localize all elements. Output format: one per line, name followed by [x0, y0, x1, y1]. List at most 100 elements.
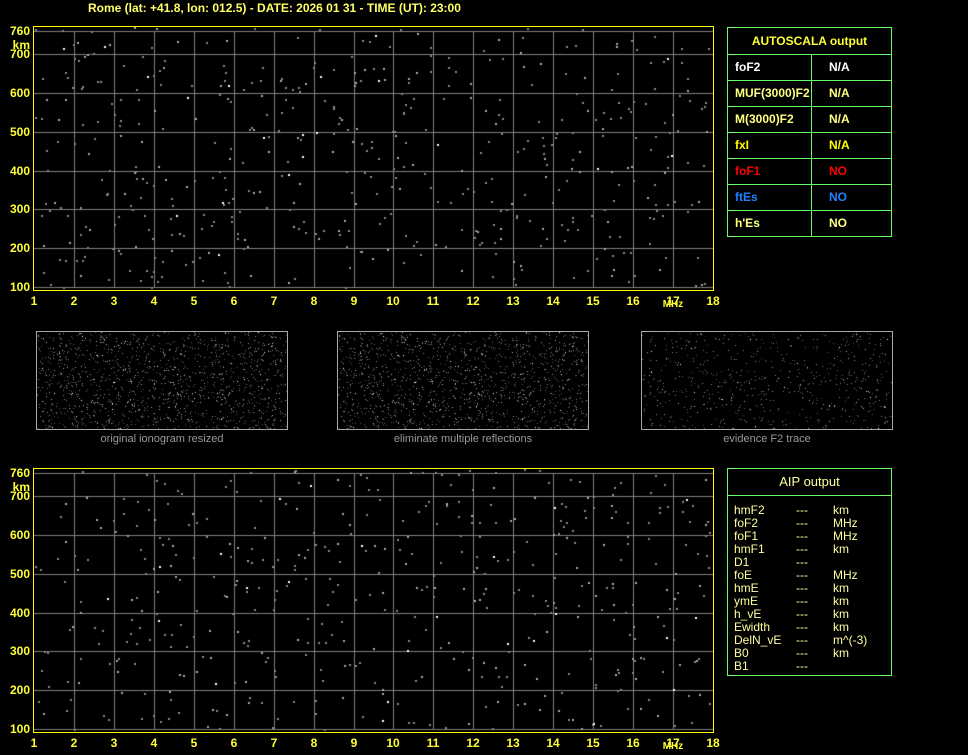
aip-table-rows: hmF2 --- km foF2 --- MHz foF1 --- MHz hmF1 --- km D1…: [728, 496, 891, 673]
ionogram-plot-top: [33, 26, 714, 291]
panel-eliminate-reflections: [337, 331, 589, 430]
ionogram-plot-bottom: [33, 468, 714, 733]
x-tick-label: 3: [110, 736, 118, 750]
ionogram-canvas-top: [34, 27, 713, 290]
panel-evidence-caption: evidence F2 trace: [723, 433, 811, 445]
autoscala-row: fxI N/A: [728, 133, 891, 159]
autoscala-row-label: MUF(3000)F2: [728, 81, 812, 106]
autoscala-row: foF1 NO: [728, 159, 891, 185]
x-tick-label: 7: [270, 294, 278, 308]
x-axis-unit-label: MHz: [662, 741, 684, 752]
aip-row-unit: km: [833, 542, 849, 556]
aip-row-unit: km: [833, 646, 849, 660]
y-tick-label: 100: [9, 280, 30, 294]
x-tick-label: 6: [230, 294, 238, 308]
ionogram-canvas-bottom: [34, 469, 713, 732]
x-tick-label: 5: [190, 294, 198, 308]
aip-row: DelN_vE --- m^(-3): [734, 634, 891, 647]
autoscala-row: foF2 N/A: [728, 55, 891, 81]
autoscala-table-rows: foF2 N/A MUF(3000)F2 N/A M(3000)F2 N/A fxI N/A f…: [728, 55, 891, 236]
x-tick-label: 8: [310, 736, 318, 750]
x-tick-label: 15: [586, 736, 600, 750]
aip-row: B1 ---: [734, 660, 891, 673]
aip-table-title: AIP output: [728, 469, 891, 496]
y-tick-label: 500: [9, 125, 30, 139]
y-axis-unit-label: km: [12, 480, 30, 494]
y-tick-label: 500: [9, 567, 30, 581]
aip-row-unit: [833, 660, 891, 673]
autoscala-row-value: N/A: [829, 60, 850, 74]
x-tick-label: 4: [150, 736, 158, 750]
y-tick-label: 300: [9, 202, 30, 216]
y-tick-label: 600: [9, 86, 30, 100]
y-tick-label: 400: [9, 606, 30, 620]
x-tick-label: 11: [426, 736, 440, 750]
x-tick-label: 3: [110, 294, 118, 308]
x-tick-label: 10: [386, 736, 400, 750]
autoscala-row-value: NO: [829, 164, 847, 178]
y-tick-label: 200: [9, 241, 30, 255]
x-tick-label: 14: [546, 736, 560, 750]
y-tick-label: 400: [9, 164, 30, 178]
y-tick-label: 300: [9, 644, 30, 658]
autoscala-row-value: N/A: [829, 112, 850, 126]
autoscala-output-table: AUTOSCALA output foF2 N/A MUF(3000)F2 N/A M(…: [727, 27, 892, 237]
y-tick-label: 600: [9, 528, 30, 542]
panel-original-canvas: [37, 332, 287, 429]
autoscala-window: Rome (lat: +41.8, lon: 012.5) - DATE: 20…: [0, 0, 968, 755]
x-tick-label: 2: [70, 294, 78, 308]
x-tick-label: 12: [466, 736, 480, 750]
aip-row: hmF1 --- km: [734, 543, 891, 556]
x-tick-label: 4: [150, 294, 158, 308]
aip-row-value: ---: [796, 659, 808, 673]
autoscala-row-label: foF2: [728, 55, 812, 80]
x-tick-label: 13: [506, 294, 520, 308]
x-tick-label: 18: [706, 736, 720, 750]
aip-output-table: AIP output hmF2 --- km foF2 --- MHz foF1 --- MHz…: [727, 468, 892, 676]
page-title: Rome (lat: +41.8, lon: 012.5) - DATE: 20…: [88, 1, 461, 15]
x-tick-label: 1: [30, 294, 38, 308]
autoscala-row-value: NO: [829, 216, 847, 230]
x-tick-label: 14: [546, 294, 560, 308]
autoscala-row-value: NO: [829, 190, 847, 204]
x-tick-label: 13: [506, 736, 520, 750]
x-tick-label: 16: [626, 294, 640, 308]
panel-evidence-canvas: [642, 332, 892, 429]
panel-original-ionogram: [36, 331, 288, 430]
aip-row: D1 ---: [734, 556, 891, 569]
autoscala-row-label: fxI: [728, 133, 812, 158]
autoscala-row: M(3000)F2 N/A: [728, 107, 891, 133]
x-tick-label: 15: [586, 294, 600, 308]
y-tick-label: 760: [9, 24, 30, 38]
autoscala-row-label: foF1: [728, 159, 812, 184]
x-tick-label: 2: [70, 736, 78, 750]
panel-eliminate-canvas: [338, 332, 588, 429]
autoscala-row-label: h'Es: [728, 211, 812, 236]
y-tick-label: 100: [9, 722, 30, 736]
y-axis-unit-label: km: [12, 38, 30, 52]
panel-original-caption: original ionogram resized: [100, 433, 224, 445]
y-tick-label: 200: [9, 683, 30, 697]
autoscala-row-value: N/A: [829, 86, 850, 100]
x-tick-label: 11: [426, 294, 440, 308]
x-tick-label: 8: [310, 294, 318, 308]
panel-eliminate-caption: eliminate multiple reflections: [393, 433, 533, 445]
x-tick-label: 5: [190, 736, 198, 750]
panel-evidence-f2: [641, 331, 893, 430]
x-tick-label: 16: [626, 736, 640, 750]
autoscala-row-label: ftEs: [728, 185, 812, 210]
autoscala-row-value: N/A: [829, 138, 850, 152]
autoscala-row: ftEs NO: [728, 185, 891, 211]
autoscala-row-label: M(3000)F2: [728, 107, 812, 132]
x-tick-label: 18: [706, 294, 720, 308]
x-tick-label: 7: [270, 736, 278, 750]
x-tick-label: 10: [386, 294, 400, 308]
x-tick-label: 9: [350, 736, 358, 750]
aip-row: B0 --- km: [734, 647, 891, 660]
x-tick-label: 9: [350, 294, 358, 308]
x-axis-unit-label: MHz: [662, 299, 684, 310]
autoscala-row: MUF(3000)F2 N/A: [728, 81, 891, 107]
autoscala-row: h'Es NO: [728, 211, 891, 236]
y-tick-label: 760: [9, 466, 30, 480]
x-tick-label: 12: [466, 294, 480, 308]
